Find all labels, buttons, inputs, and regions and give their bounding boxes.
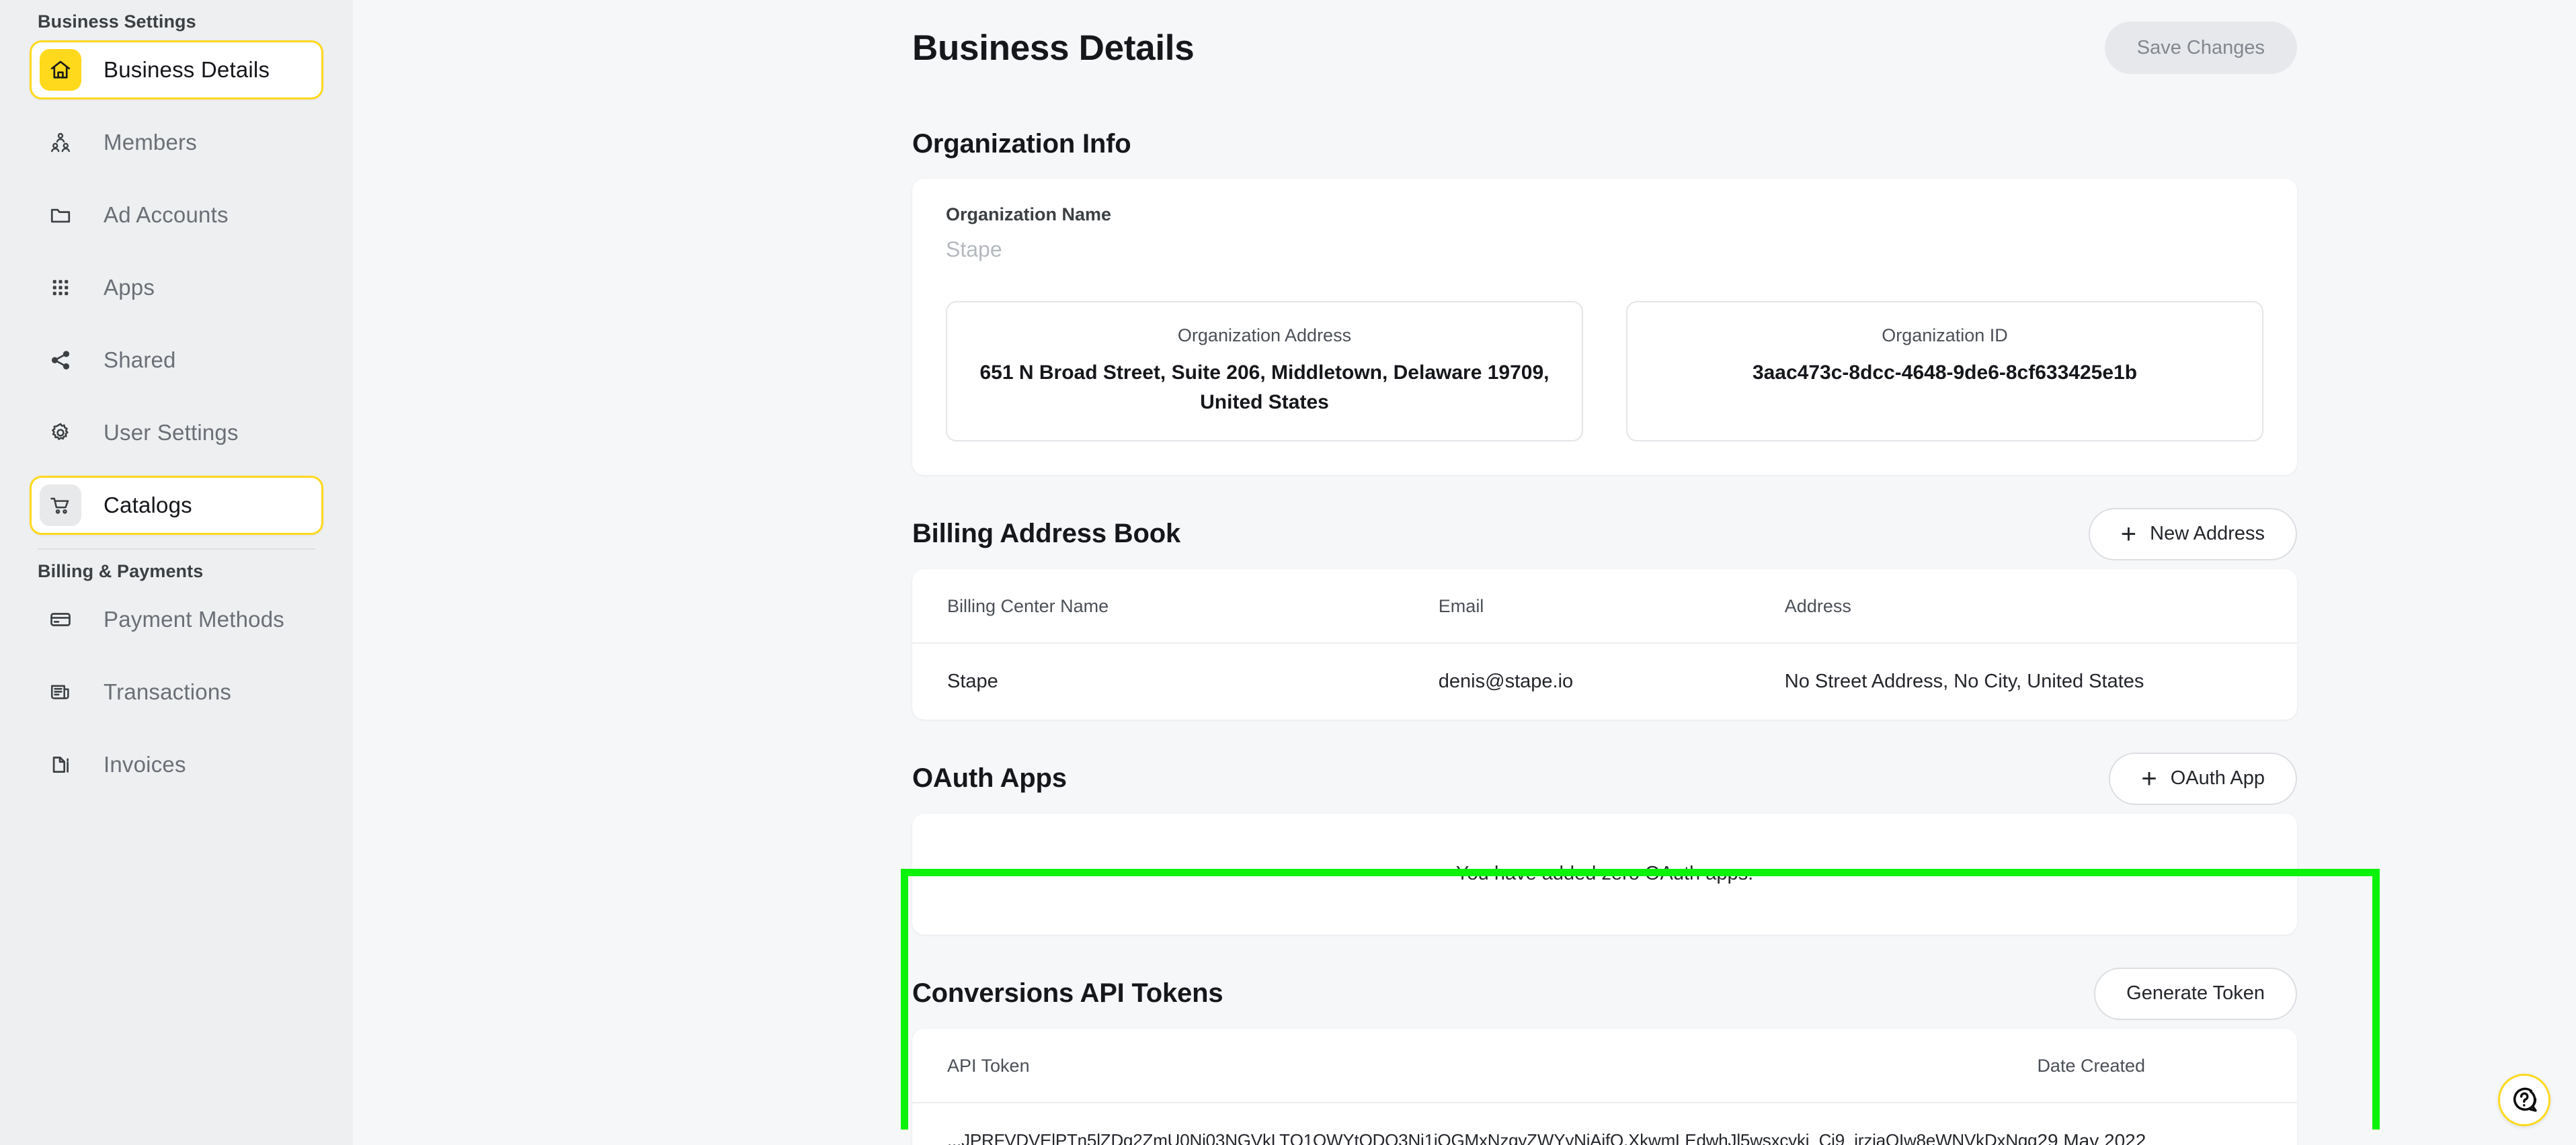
help-question-icon bbox=[2509, 1085, 2539, 1115]
cell-date-created: 29 May 2022 bbox=[2037, 1130, 2146, 1145]
content-column: Business Details Save Changes Organizati… bbox=[912, 0, 2297, 1145]
sidebar-item-label: Shared bbox=[104, 347, 176, 372]
sidebar-item-business-details[interactable]: Business Details bbox=[30, 40, 323, 99]
organization-name-label: Organization Name bbox=[946, 204, 1112, 224]
gear-icon bbox=[40, 412, 81, 454]
sidebar-item-apps[interactable]: Apps bbox=[30, 258, 323, 317]
section-title-billing-address-book: Billing Address Book bbox=[912, 519, 1181, 549]
help-button[interactable] bbox=[2498, 1074, 2550, 1126]
table-header-row: API Token Date Created bbox=[912, 1028, 2297, 1103]
new-address-button[interactable]: + New Address bbox=[2088, 507, 2297, 560]
table-row[interactable]: Stape denis@stape.io No Street Address, … bbox=[912, 643, 2297, 720]
cell-api-token: ...JPRFVDVElPTn5lZDg2ZmU0Ni03NGVkLTQ1OWY… bbox=[947, 1130, 2038, 1145]
save-changes-button[interactable]: Save Changes bbox=[2104, 22, 2297, 74]
home-icon bbox=[40, 49, 81, 91]
sidebar-item-payment-methods[interactable]: Payment Methods bbox=[30, 590, 323, 649]
oauth-apps-header: OAuth Apps + OAuth App bbox=[912, 744, 2297, 814]
organization-address-label: Organization Address bbox=[1177, 325, 1352, 345]
credit-card-icon bbox=[40, 599, 81, 640]
sidebar-item-user-settings[interactable]: User Settings bbox=[30, 403, 323, 462]
conversions-api-tokens-section: Conversions API Tokens Generate Token AP… bbox=[912, 959, 2297, 1145]
oauth-apps-empty-card: You have added zero OAuth apps. bbox=[912, 813, 2297, 935]
sidebar-item-label: Apps bbox=[104, 275, 155, 300]
sidebar-item-transactions[interactable]: Transactions bbox=[30, 663, 323, 722]
column-header-date-created: Date Created bbox=[2037, 1028, 2297, 1103]
billing-address-book-header: Billing Address Book + New Address bbox=[912, 499, 2297, 569]
new-address-button-label: New Address bbox=[2150, 523, 2265, 545]
plus-icon: + bbox=[2141, 763, 2157, 794]
folder-icon bbox=[40, 194, 81, 236]
section-title-conversions-api-tokens: Conversions API Tokens bbox=[912, 978, 1223, 1009]
organization-id-value: 3aac473c-8dcc-4648-9de6-8cf633425e1b bbox=[1752, 362, 2138, 384]
cell-billing-center-name: Stape bbox=[947, 670, 998, 692]
cell-email: denis@stape.io bbox=[1438, 670, 1574, 692]
cell-address: No Street Address, No City, United State… bbox=[1784, 670, 2144, 692]
share-icon bbox=[40, 339, 81, 381]
grid-apps-icon bbox=[40, 267, 81, 308]
organization-address-box: Organization Address 651 N Broad Street,… bbox=[946, 301, 1583, 441]
organization-id-label: Organization ID bbox=[1882, 325, 2008, 345]
table-header-row: Billing Center Name Email Address bbox=[912, 568, 2297, 644]
column-header-billing-center-name: Billing Center Name bbox=[912, 568, 1439, 644]
organization-address-value: 651 N Broad Street, Suite 206, Middletow… bbox=[979, 362, 1549, 413]
app-root: Business Settings Business Details Membe… bbox=[0, 0, 2576, 1145]
add-oauth-app-button-label: OAuth App bbox=[2170, 767, 2265, 790]
sidebar-item-label: Business Details bbox=[104, 57, 270, 82]
sidebar-item-label: Ad Accounts bbox=[104, 202, 229, 227]
sidebar-item-label: Invoices bbox=[104, 752, 186, 777]
main-content: Business Details Save Changes Organizati… bbox=[353, 0, 2576, 1145]
billing-address-book-card: Billing Center Name Email Address Stape … bbox=[912, 568, 2297, 720]
conversions-api-tokens-card: API Token Date Created ...JPRFVDVElPTn5l… bbox=[912, 1028, 2297, 1145]
sidebar-item-label: User Settings bbox=[104, 420, 239, 445]
members-icon bbox=[40, 122, 81, 163]
sidebar-item-members[interactable]: Members bbox=[30, 113, 323, 172]
organization-info-header: Organization Info bbox=[912, 109, 2297, 179]
column-header-api-token: API Token bbox=[912, 1028, 2038, 1103]
sidebar-group-label-business-settings: Business Settings bbox=[38, 11, 196, 32]
oauth-apps-empty-message: You have added zero OAuth apps. bbox=[1455, 863, 1754, 885]
organization-id-box: Organization ID 3aac473c-8dcc-4648-9de6-… bbox=[1626, 301, 2263, 441]
page-header: Business Details Save Changes bbox=[912, 11, 2297, 85]
column-header-email: Email bbox=[1438, 568, 1785, 644]
receipt-icon bbox=[40, 671, 81, 713]
sidebar-item-label: Catalogs bbox=[104, 493, 192, 517]
table-row[interactable]: ...JPRFVDVElPTn5lZDg2ZmU0Ni03NGVkLTQ1OWY… bbox=[912, 1103, 2297, 1145]
organization-name-input[interactable]: Stape bbox=[946, 237, 2263, 262]
sidebar-group-label-billing-payments: Billing & Payments bbox=[38, 561, 204, 581]
generate-token-button[interactable]: Generate Token bbox=[2094, 967, 2297, 1020]
sidebar-item-label: Transactions bbox=[104, 679, 232, 704]
plus-icon: + bbox=[2120, 519, 2137, 549]
sidebar-item-ad-accounts[interactable]: Ad Accounts bbox=[30, 185, 323, 245]
sidebar-item-label: Payment Methods bbox=[104, 607, 284, 632]
sidebar-item-catalogs[interactable]: Catalogs bbox=[30, 476, 323, 535]
organization-detail-boxes: Organization Address 651 N Broad Street,… bbox=[946, 301, 2263, 441]
api-tokens-table: API Token Date Created ...JPRFVDVElPTn5l… bbox=[912, 1028, 2297, 1145]
invoice-icon bbox=[40, 744, 81, 786]
section-title-organization-info: Organization Info bbox=[912, 128, 1131, 159]
billing-address-table: Billing Center Name Email Address Stape … bbox=[912, 568, 2297, 720]
page-title: Business Details bbox=[912, 28, 1195, 68]
sidebar-item-invoices[interactable]: Invoices bbox=[30, 735, 323, 794]
sidebar-item-shared[interactable]: Shared bbox=[30, 331, 323, 390]
shopping-cart-icon bbox=[40, 484, 81, 526]
sidebar: Business Settings Business Details Membe… bbox=[0, 0, 353, 1145]
column-header-address: Address bbox=[1784, 568, 2297, 644]
sidebar-item-label: Members bbox=[104, 130, 197, 155]
conversions-api-tokens-header: Conversions API Tokens Generate Token bbox=[912, 959, 2297, 1029]
organization-info-card: Organization Name Stape Organization Add… bbox=[912, 179, 2297, 475]
section-title-oauth-apps: OAuth Apps bbox=[912, 763, 1067, 794]
add-oauth-app-button[interactable]: + OAuth App bbox=[2109, 752, 2297, 805]
